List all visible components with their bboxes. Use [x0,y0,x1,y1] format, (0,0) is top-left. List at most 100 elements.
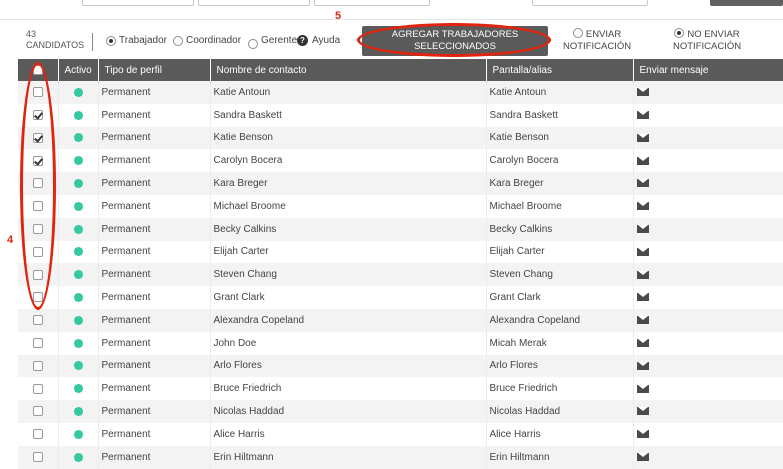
table-row[interactable]: Permanent Grant Clark Grant Clark [18,286,783,309]
filter-button[interactable] [710,0,783,6]
filter-field-1[interactable] [82,0,194,6]
row-checkbox[interactable] [32,178,43,189]
table-row[interactable]: Permanent John Doe Micah Merak [18,331,783,355]
table-row[interactable]: Permanent Katie Antoun Katie Antoun [18,81,783,104]
table-row[interactable]: Permanent Becky Calkins Becky Calkins [18,217,783,241]
send-message-cell [633,172,783,195]
envelope-icon[interactable] [636,293,649,302]
row-checkbox[interactable] [32,338,43,349]
header-profile-type[interactable]: Tipo de perfil [98,59,211,81]
active-status-icon [73,270,83,280]
table-row[interactable]: Permanent Steven Chang Steven Chang [18,263,783,287]
add-selected-workers-button[interactable]: AGREGAR TRABAJADORES SELECCIONADOS [362,26,548,56]
envelope-icon[interactable] [636,339,649,348]
row-checkbox[interactable] [32,201,43,212]
row-checkbox[interactable] [32,383,43,394]
row-select-cell [18,400,59,423]
alias-cell: Katie Benson [486,126,634,150]
select-all-header [18,59,59,81]
table-row[interactable]: Permanent Bruce Friedrich Bruce Friedrich [18,377,783,401]
envelope-icon[interactable] [636,430,649,439]
table-row[interactable]: Permanent Carolyn Bocera Carolyn Bocera [18,149,783,173]
row-checkbox[interactable] [32,292,43,303]
filter-field-2[interactable] [198,0,310,6]
header-active[interactable]: Activo [58,59,99,81]
candidate-count: 43 CANDIDATOS [26,29,92,51]
radio-icon[interactable] [572,28,583,38]
send-message-cell [633,445,783,469]
candidate-count-number: 43 [26,29,37,39]
table-row[interactable]: Permanent Nicolas Haddad Nicolas Haddad [18,400,783,423]
table-row[interactable]: Permanent Kara Breger Kara Breger [18,172,783,195]
alias-cell: Katie Antoun [486,81,634,104]
radio-checked-icon[interactable] [674,28,685,38]
envelope-icon[interactable] [636,179,649,188]
table-row[interactable]: Permanent Michael Broome Michael Broome [18,194,783,218]
radio-checked-icon[interactable] [106,35,116,46]
header-send-message[interactable]: Enviar mensaje [633,59,783,81]
envelope-icon[interactable] [636,111,649,120]
help-label: Ayuda [312,35,341,46]
role-coordinator-option[interactable]: Coordinador [173,35,241,46]
contact-name-cell: Arlo Flores [210,354,487,378]
row-checkbox[interactable] [32,132,43,143]
radio-icon[interactable] [173,35,183,46]
active-status-icon [73,406,83,416]
row-checkbox[interactable] [32,429,43,440]
envelope-icon[interactable] [636,361,649,370]
table-row[interactable]: Permanent Alexandra Copeland Alexandra Cop… [18,308,783,332]
table-row[interactable]: Permanent Sandra Baskett Sandra Baskett [18,103,783,127]
radio-icon[interactable] [248,39,258,49]
contact-name-cell: Carolyn Bocera [210,149,487,173]
send-notification-option[interactable]: ENVIAR NOTIFICACIÓN [563,28,631,53]
row-checkbox[interactable] [32,246,43,257]
table-row[interactable]: Permanent Katie Benson Katie Benson [18,126,783,150]
envelope-icon[interactable] [636,202,649,211]
send-message-cell [633,354,783,378]
row-select-cell [18,149,59,173]
row-checkbox[interactable] [32,269,43,280]
envelope-icon[interactable] [636,247,649,256]
table-row[interactable]: Permanent Elijah Carter Elijah Carter [18,240,783,264]
help-icon[interactable]: ? [297,35,308,46]
row-select-cell [18,194,59,218]
envelope-icon[interactable] [636,225,649,234]
toolbar: 43 CANDIDATOS Trabajador Coordinador Ger… [0,20,783,60]
envelope-icon[interactable] [636,384,649,393]
role-worker-option[interactable]: Trabajador [106,35,167,46]
filter-field-4[interactable] [532,0,648,6]
envelope-icon[interactable] [636,133,649,142]
role-manager-option[interactable]: Gerente [248,31,297,49]
filter-field-3[interactable] [314,0,430,6]
envelope-icon[interactable] [636,407,649,416]
send-message-cell [633,400,783,423]
header-alias[interactable]: Pantalla/alias [486,59,634,81]
header-contact-name[interactable]: Nombre de contacto [210,59,487,81]
profile-type-cell: Permanent [98,263,211,287]
row-checkbox[interactable] [32,110,43,121]
row-select-cell [18,422,59,446]
row-checkbox[interactable] [32,406,43,417]
envelope-icon[interactable] [636,270,649,279]
table-row[interactable]: Permanent Erin Hiltmann Erin Hiltmann [18,445,783,469]
table-row[interactable]: Permanent Arlo Flores Arlo Flores [18,354,783,378]
row-checkbox[interactable] [32,87,43,98]
row-checkbox[interactable] [32,360,43,371]
envelope-icon[interactable] [636,316,649,325]
row-checkbox[interactable] [32,452,43,462]
table-row[interactable]: Permanent Alice Harris Alice Harris [18,422,783,446]
active-status-icon [73,384,83,394]
row-checkbox[interactable] [32,224,43,235]
select-all-checkbox[interactable] [32,64,43,75]
no-send-notification-option[interactable]: NO ENVIAR NOTIFICACIÓN [673,28,741,53]
envelope-icon[interactable] [636,156,649,165]
active-status-icon [73,292,83,302]
row-checkbox[interactable] [32,155,43,166]
row-select-cell [18,331,59,355]
alias-cell: Alice Harris [486,422,634,446]
alias-cell: Kara Breger [486,172,634,195]
help-link[interactable]: ? Ayuda [294,35,340,46]
row-checkbox[interactable] [32,315,43,326]
envelope-icon[interactable] [636,88,649,97]
envelope-icon[interactable] [636,453,649,461]
